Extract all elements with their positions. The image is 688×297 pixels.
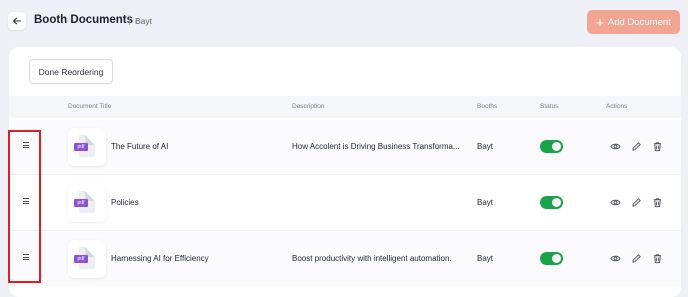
table-header: Document Title Description Booths Status… bbox=[9, 96, 681, 118]
column-header-status: Status bbox=[540, 103, 559, 110]
eye-icon[interactable] bbox=[610, 141, 621, 152]
document-booth: Bayt bbox=[477, 198, 494, 207]
pencil-icon[interactable] bbox=[631, 253, 642, 264]
document-title: Harnessing AI for Efficiency bbox=[111, 254, 209, 263]
document-description: Boost productivity with intelligent auto… bbox=[292, 254, 452, 263]
table-row: pdf Harnessing AI for Efficiency Boost p… bbox=[9, 232, 681, 286]
status-toggle[interactable] bbox=[540, 196, 563, 209]
pdf-file-icon: pdf bbox=[68, 240, 106, 278]
eye-icon[interactable] bbox=[610, 253, 621, 264]
column-header-booths: Booths bbox=[477, 103, 498, 110]
pencil-icon[interactable] bbox=[631, 197, 642, 208]
add-document-button[interactable]: + Add Document bbox=[587, 10, 680, 34]
plus-icon: + bbox=[596, 14, 604, 30]
column-header-actions: Actions bbox=[606, 103, 628, 110]
trash-icon[interactable] bbox=[652, 141, 663, 152]
page-title: Booth Documents bbox=[34, 14, 134, 26]
page-header: Booth Documents | Bayt + Add Document bbox=[0, 0, 688, 46]
document-booth: Bayt bbox=[477, 254, 494, 263]
arrow-left-icon bbox=[13, 17, 22, 25]
file-type-badge: pdf bbox=[74, 199, 88, 207]
back-button[interactable] bbox=[8, 12, 26, 30]
pdf-file-icon: pdf bbox=[68, 184, 106, 222]
file-type-badge: pdf bbox=[74, 143, 88, 151]
pdf-file-icon: pdf bbox=[68, 128, 106, 166]
document-description: How Accolent is Driving Business Transfo… bbox=[292, 142, 460, 151]
document-title: Policies bbox=[111, 198, 139, 207]
column-header-document-title: Document Title bbox=[68, 103, 112, 110]
trash-icon[interactable] bbox=[652, 253, 663, 264]
table-row: pdf Policies Bayt bbox=[9, 176, 681, 231]
eye-icon[interactable] bbox=[610, 197, 621, 208]
document-booth: Bayt bbox=[477, 142, 494, 151]
title-separator: | bbox=[128, 15, 131, 26]
status-toggle[interactable] bbox=[540, 140, 563, 153]
status-toggle[interactable] bbox=[540, 252, 563, 265]
table-row: pdf The Future of AI How Accolent is Dri… bbox=[9, 120, 681, 175]
add-document-label: Add Document bbox=[607, 16, 671, 28]
drag-handles-highlight bbox=[8, 130, 41, 283]
column-header-description: Description bbox=[292, 103, 325, 110]
page-subtitle: Bayt bbox=[135, 16, 153, 26]
trash-icon[interactable] bbox=[652, 197, 663, 208]
document-title: The Future of AI bbox=[111, 142, 169, 151]
done-reordering-button[interactable]: Done Reordering bbox=[29, 59, 113, 84]
file-type-badge: pdf bbox=[74, 255, 88, 263]
pencil-icon[interactable] bbox=[631, 141, 642, 152]
documents-card: Done Reordering Document Title Descripti… bbox=[9, 47, 681, 297]
